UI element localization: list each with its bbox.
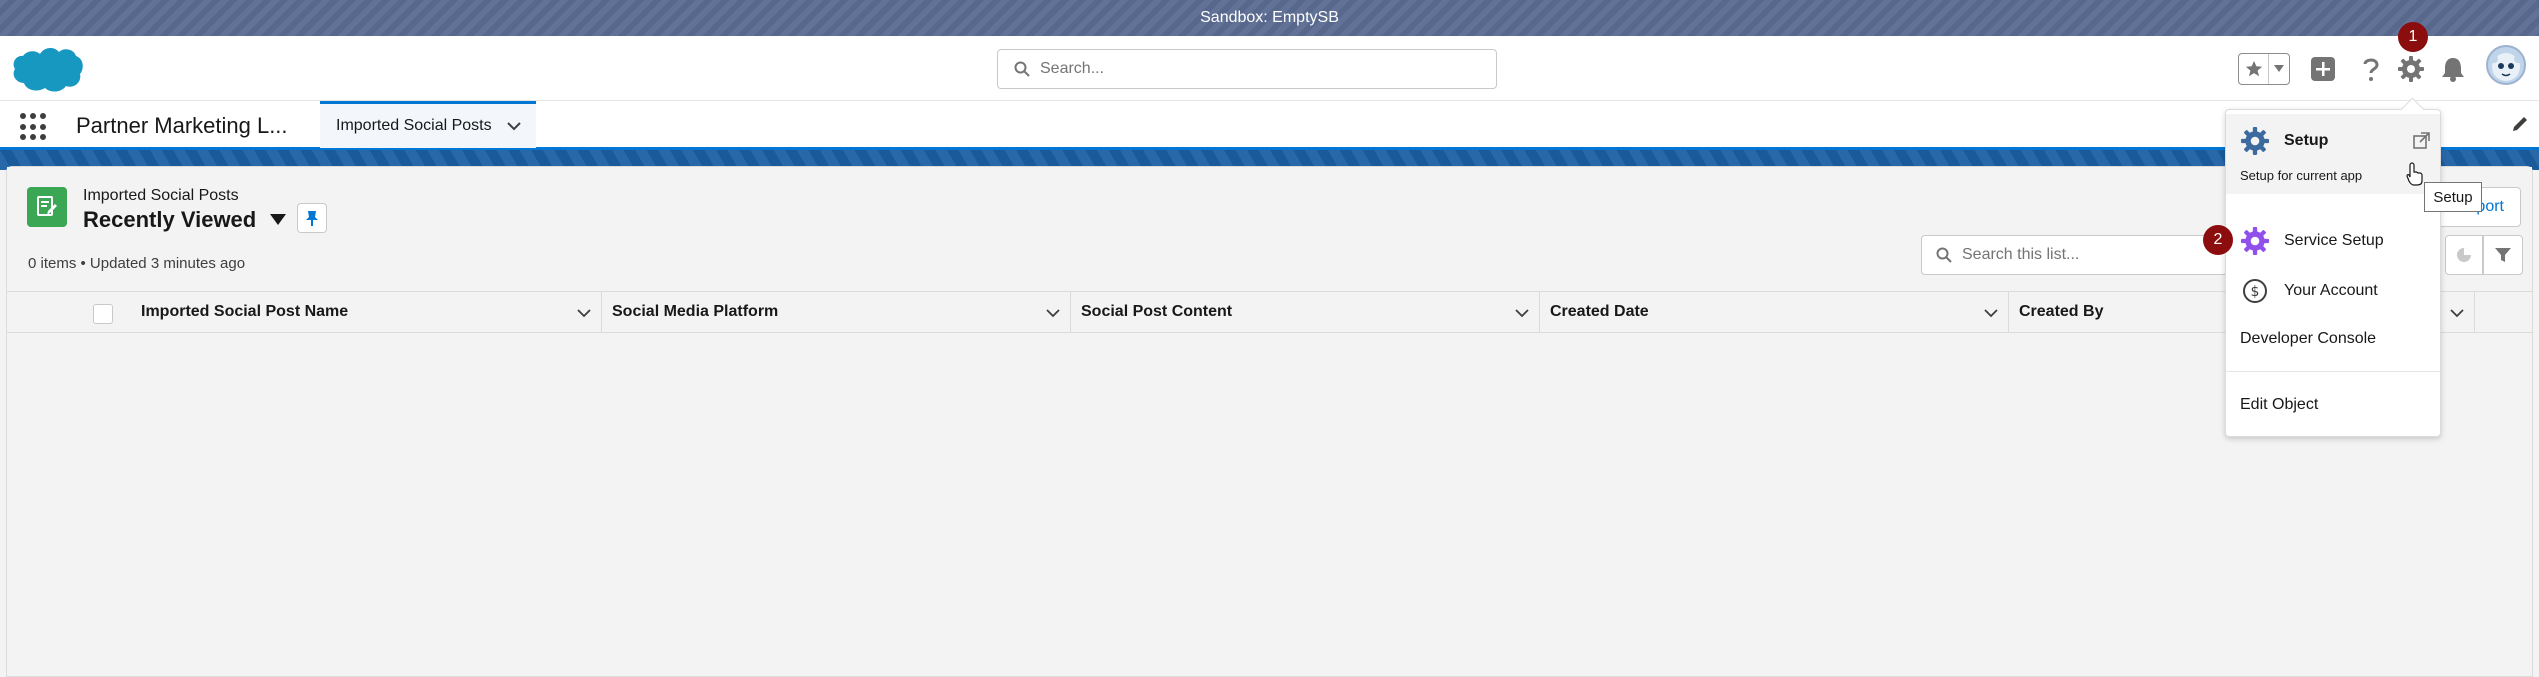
gear-icon: [2398, 56, 2424, 82]
help-icon: [2363, 58, 2379, 81]
bell-icon: [2442, 58, 2464, 82]
setup-menu: Setup Setup for current app Service Setu…: [2225, 109, 2441, 437]
menu-sublabel-setup: Setup for current app: [2240, 168, 2363, 183]
menu-item-your-account[interactable]: $ Your Account: [2226, 276, 2440, 306]
star-icon[interactable]: [2239, 54, 2269, 84]
step-badge-2: 2: [2203, 225, 2233, 255]
column-header[interactable]: Social Post Content: [1071, 292, 1540, 332]
app-name: Partner Marketing L...: [76, 113, 288, 138]
pin-icon: [306, 211, 318, 226]
chart-button[interactable]: [2445, 235, 2483, 275]
menu-label-your-account: Your Account: [2284, 282, 2378, 299]
account-icon: $: [2240, 276, 2270, 306]
favorites-button[interactable]: [2238, 53, 2290, 85]
external-link-icon: [2413, 132, 2430, 149]
pin-list-button[interactable]: [297, 203, 327, 233]
chevron-down-icon[interactable]: [2450, 306, 2464, 320]
global-search-input[interactable]: [1040, 60, 1480, 78]
step-badge-1: 1: [2398, 22, 2428, 52]
menu-label-service-setup: Service Setup: [2284, 232, 2384, 249]
help-button[interactable]: [2356, 54, 2386, 84]
sandbox-label: Sandbox: EmptySB: [1200, 9, 1339, 26]
menu-divider: [2226, 371, 2440, 372]
salesforce-logo[interactable]: [10, 44, 84, 96]
search-icon: [1014, 61, 1030, 77]
plus-icon: [2311, 57, 2335, 81]
column-header[interactable]: Imported Social Post Name: [131, 292, 602, 332]
table-header: Imported Social Post Name Social Media P…: [7, 291, 2532, 333]
social-post-icon: [27, 187, 67, 227]
menu-item-service-setup[interactable]: Service Setup: [2226, 226, 2440, 256]
notifications-button[interactable]: [2438, 54, 2468, 84]
filter-icon: [2495, 248, 2511, 262]
select-all-checkbox[interactable]: [93, 304, 113, 324]
sandbox-banner: Sandbox: EmptySB: [0, 0, 2539, 36]
column-header[interactable]: Social Media Platform: [602, 292, 1071, 332]
list-search[interactable]: [1921, 235, 2227, 275]
chevron-down-icon[interactable]: [1984, 306, 1998, 320]
global-search[interactable]: [997, 49, 1497, 89]
global-header: [0, 36, 2539, 100]
pencil-icon[interactable]: [2511, 115, 2529, 133]
menu-label-setup: Setup: [2284, 132, 2329, 149]
setup-row: Setup: [2226, 126, 2440, 156]
pie-chart-icon: [2457, 248, 2471, 262]
filter-button[interactable]: [2483, 235, 2523, 275]
gear-icon: [2240, 226, 2270, 256]
list-view-card: Imported Social Posts Recently Viewed 0 …: [6, 166, 2533, 677]
list-search-input[interactable]: [1962, 246, 2212, 264]
hand-cursor-icon: [2406, 162, 2423, 186]
object-label: Imported Social Posts: [83, 187, 239, 204]
list-meta-info: 0 items • Updated 3 minutes ago: [28, 255, 246, 272]
menu-label-edit-object: Edit Object: [2240, 396, 2319, 413]
svg-text:$: $: [2251, 284, 2260, 300]
avatar[interactable]: [2486, 45, 2526, 85]
chevron-down-icon[interactable]: [1515, 306, 1529, 320]
search-icon: [1936, 247, 1952, 263]
menu-item-developer-console[interactable]: Developer Console: [2226, 324, 2440, 354]
global-actions-button[interactable]: [2308, 54, 2338, 84]
caret-down-icon[interactable]: [270, 214, 287, 226]
tab-label: Imported Social Posts: [336, 117, 492, 134]
chevron-down-icon[interactable]: [506, 118, 522, 134]
gear-icon: [2240, 126, 2270, 156]
setup-gear-button[interactable]: [2396, 54, 2426, 84]
list-view-header: Imported Social Posts Recently Viewed 0 …: [7, 167, 2532, 291]
list-view-selector[interactable]: Recently Viewed: [83, 207, 287, 233]
tab-imported-social-posts[interactable]: Imported Social Posts: [320, 101, 536, 148]
menu-item-edit-object[interactable]: Edit Object: [2226, 390, 2440, 420]
menu-label-developer-console: Developer Console: [2240, 330, 2377, 347]
chevron-down-icon[interactable]: [2269, 65, 2289, 73]
app-nav-bar: Partner Marketing L... Imported Social P…: [0, 100, 2539, 150]
app-launcher-icon[interactable]: [20, 113, 48, 141]
list-view-name: Recently Viewed: [83, 207, 257, 232]
chevron-down-icon[interactable]: [1046, 306, 1060, 320]
chevron-down-icon[interactable]: [577, 306, 591, 320]
column-header[interactable]: Created Date: [1540, 292, 2009, 332]
setup-tooltip: Setup: [2424, 182, 2482, 212]
